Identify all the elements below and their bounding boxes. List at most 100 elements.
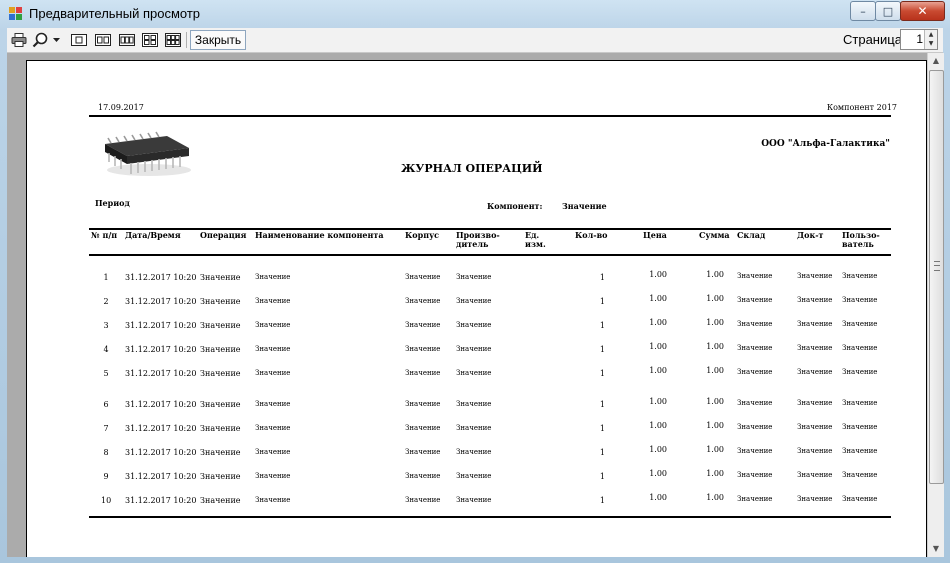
header-rule	[89, 115, 891, 117]
cell-qty: 1	[599, 345, 605, 354]
title-bar[interactable]: Предварительный просмотр – □ ✕	[0, 0, 950, 28]
column-header: Ед. изм.	[525, 231, 546, 249]
cell-maker: Значение	[456, 345, 492, 353]
preview-area[interactable]: 17.09.2017 Компонент 2017 ООО "Альфа-Гал…	[7, 53, 927, 557]
cell-num: 4	[103, 345, 109, 354]
cell-store: Значение	[737, 399, 773, 407]
spinner-arrows[interactable]: ▲ ▼	[924, 30, 937, 49]
cell-op: Значение	[200, 369, 241, 378]
cell-maker: Значение	[456, 448, 492, 456]
printer-icon[interactable]	[10, 31, 28, 48]
cell-sum: 1.00	[706, 469, 724, 478]
column-header: Цена	[643, 231, 667, 240]
cell-dt: 31.12.2017 10:20	[125, 448, 197, 457]
vertical-scrollbar[interactable]: ▲ ▼	[927, 53, 944, 557]
cell-num: 5	[103, 369, 109, 378]
report-page: 17.09.2017 Компонент 2017 ООО "Альфа-Гал…	[26, 60, 927, 557]
close-window-button[interactable]: ✕	[900, 1, 945, 21]
cell-price: 1.00	[649, 397, 667, 406]
cell-dt: 31.12.2017 10:20	[125, 472, 197, 481]
scroll-thumb[interactable]	[929, 70, 944, 484]
cell-num: 7	[103, 424, 109, 433]
cell-op: Значение	[200, 472, 241, 481]
cell-num: 10	[101, 496, 112, 505]
column-header-line: ватель	[842, 239, 874, 249]
cell-body: Значение	[405, 424, 441, 432]
six-pages-icon[interactable]	[163, 31, 183, 48]
column-header-line: Дата/Время	[125, 230, 181, 240]
cell-store: Значение	[737, 447, 773, 455]
cell-body: Значение	[405, 400, 441, 408]
cell-doc: Значение	[797, 447, 833, 455]
cell-doc: Значение	[797, 272, 833, 280]
report-title: ЖУРНАЛ ОПЕРАЦИЙ	[401, 162, 543, 175]
scroll-down-icon[interactable]: ▼	[928, 541, 944, 557]
app-icon	[9, 7, 23, 21]
cell-store: Значение	[737, 320, 773, 328]
cell-maker: Значение	[456, 400, 492, 408]
cell-maker: Значение	[456, 297, 492, 305]
report-component-header: Компонент 2017	[826, 103, 897, 112]
cell-maker: Значение	[456, 273, 492, 281]
cell-name: Значение	[255, 472, 291, 480]
scroll-up-icon[interactable]: ▲	[928, 53, 944, 69]
cell-qty: 1	[599, 273, 605, 282]
cell-dt: 31.12.2017 10:20	[125, 297, 197, 306]
maximize-icon: □	[882, 4, 894, 18]
four-pages-icon[interactable]	[140, 31, 160, 48]
cell-store: Значение	[737, 423, 773, 431]
cell-name: Значение	[255, 496, 291, 504]
three-pages-icon[interactable]	[117, 31, 137, 48]
column-header: № п/п	[91, 231, 117, 240]
cell-name: Значение	[255, 321, 291, 329]
maximize-button[interactable]: □	[875, 1, 901, 21]
cell-op: Значение	[200, 273, 241, 282]
cell-user: Значение	[842, 399, 878, 407]
column-header: Дата/Время	[125, 231, 181, 240]
cell-sum: 1.00	[706, 445, 724, 454]
page-label: Страница	[843, 32, 902, 47]
cell-qty: 1	[599, 472, 605, 481]
cell-name: Значение	[255, 369, 291, 377]
one-page-icon[interactable]	[69, 31, 89, 48]
cell-user: Значение	[842, 320, 878, 328]
cell-dt: 31.12.2017 10:20	[125, 369, 197, 378]
cell-sum: 1.00	[706, 366, 724, 375]
column-header: Пользо-ватель	[842, 231, 880, 249]
cell-dt: 31.12.2017 10:20	[125, 345, 197, 354]
column-header-line: Склад	[737, 230, 766, 240]
preview-window: Предварительный просмотр – □ ✕ Закрыть С…	[0, 0, 950, 563]
cell-user: Значение	[842, 495, 878, 503]
cell-qty: 1	[599, 448, 605, 457]
period-label: Период	[95, 198, 130, 208]
table-header-rule	[89, 254, 891, 256]
dropdown-arrow-icon[interactable]	[51, 31, 61, 48]
cell-name: Значение	[255, 424, 291, 432]
spinner-up-icon[interactable]: ▲	[925, 30, 937, 39]
page-number-spinner[interactable]: 1 ▲ ▼	[900, 29, 938, 50]
cell-price: 1.00	[649, 318, 667, 327]
cell-body: Значение	[405, 472, 441, 480]
cell-maker: Значение	[456, 424, 492, 432]
cell-price: 1.00	[649, 270, 667, 279]
table-bottom-rule	[89, 516, 891, 518]
cell-op: Значение	[200, 496, 241, 505]
cell-doc: Значение	[797, 423, 833, 431]
cell-user: Значение	[842, 368, 878, 376]
cell-body: Значение	[405, 321, 441, 329]
cell-doc: Значение	[797, 296, 833, 304]
cell-maker: Значение	[456, 369, 492, 377]
minimize-button[interactable]: –	[850, 1, 876, 21]
cell-doc: Значение	[797, 344, 833, 352]
page-number-value[interactable]: 1	[916, 32, 923, 46]
two-pages-icon[interactable]	[93, 31, 113, 48]
close-preview-button[interactable]: Закрыть	[190, 30, 246, 50]
cell-dt: 31.12.2017 10:20	[125, 321, 197, 330]
zoom-icon[interactable]	[31, 31, 49, 48]
spinner-down-icon[interactable]: ▼	[925, 39, 937, 48]
cell-user: Значение	[842, 447, 878, 455]
cell-dt: 31.12.2017 10:20	[125, 400, 197, 409]
cell-qty: 1	[599, 496, 605, 505]
cell-store: Значение	[737, 368, 773, 376]
cell-sum: 1.00	[706, 493, 724, 502]
